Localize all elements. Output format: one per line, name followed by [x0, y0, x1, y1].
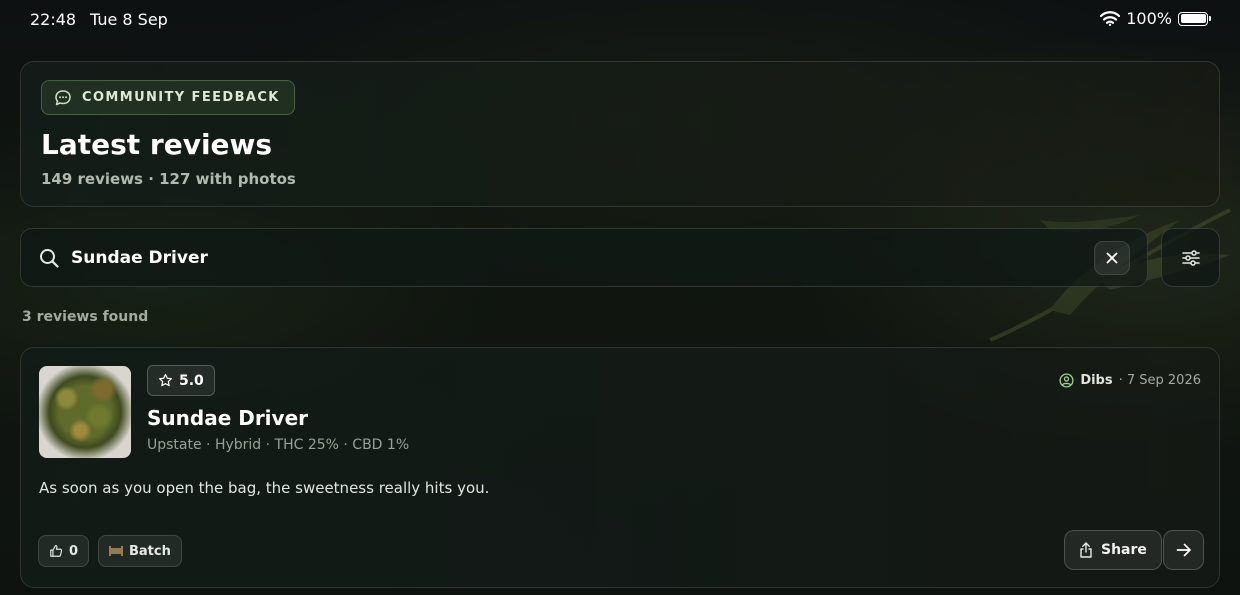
rating-value: 5.0 [179, 372, 204, 389]
search-input[interactable] [71, 244, 1071, 272]
review-photo[interactable] [39, 366, 131, 458]
rating-badge: 5.0 [147, 365, 215, 396]
review-date: · 7 Sep 2026 [1118, 373, 1201, 388]
header-card: COMMUNITY FEEDBACK Latest reviews 149 re… [20, 61, 1220, 207]
like-count: 0 [69, 543, 79, 559]
results-count: 3 reviews found [22, 309, 149, 325]
close-icon [1106, 252, 1118, 264]
share-label: Share [1101, 542, 1147, 558]
status-date: Tue 8 Sep [90, 10, 168, 29]
share-button[interactable]: Share [1064, 530, 1162, 570]
sliders-icon [1181, 249, 1200, 266]
status-indicators: 100% [1100, 9, 1211, 28]
arrow-right-icon [1176, 543, 1191, 557]
wifi-icon [1100, 11, 1121, 26]
review-title: Sundae Driver [147, 406, 309, 430]
user-icon [1059, 373, 1074, 388]
battery-percentage: 100% [1126, 9, 1172, 28]
clear-search-button[interactable] [1094, 241, 1130, 275]
share-icon [1080, 542, 1092, 558]
search-box [20, 228, 1148, 287]
battery-fill [1180, 14, 1206, 23]
search-icon [40, 249, 59, 268]
community-feedback-pill: COMMUNITY FEEDBACK [41, 80, 295, 115]
like-button[interactable]: 0 [38, 535, 90, 567]
batch-chip[interactable]: Batch [98, 535, 182, 567]
pill-label: COMMUNITY FEEDBACK [82, 90, 280, 105]
review-body: As soon as you open the bag, the sweetne… [39, 479, 490, 497]
batch-label: Batch [129, 543, 171, 559]
page-subtitle: 149 reviews · 127 with photos [41, 170, 296, 188]
author-name: Dibs [1080, 373, 1113, 388]
page-title: Latest reviews [41, 128, 273, 161]
review-author: Dibs · 7 Sep 2026 [1059, 373, 1201, 388]
thumbs-up-icon [50, 545, 63, 557]
status-bar: 22:48 Tue 8 Sep 100% [0, 0, 1240, 38]
open-review-button[interactable] [1163, 530, 1204, 570]
review-meta: Upstate · Hybrid · THC 25% · CBD 1% [147, 437, 410, 453]
chat-bubble-icon [55, 89, 71, 105]
status-time: 22:48 [30, 10, 77, 29]
battery-icon [1178, 11, 1211, 26]
filter-button[interactable] [1161, 228, 1220, 287]
barcode-icon [109, 546, 123, 556]
review-card[interactable]: 5.0 Sundae Driver Upstate · Hybrid · THC… [20, 347, 1220, 588]
star-icon [158, 373, 173, 387]
